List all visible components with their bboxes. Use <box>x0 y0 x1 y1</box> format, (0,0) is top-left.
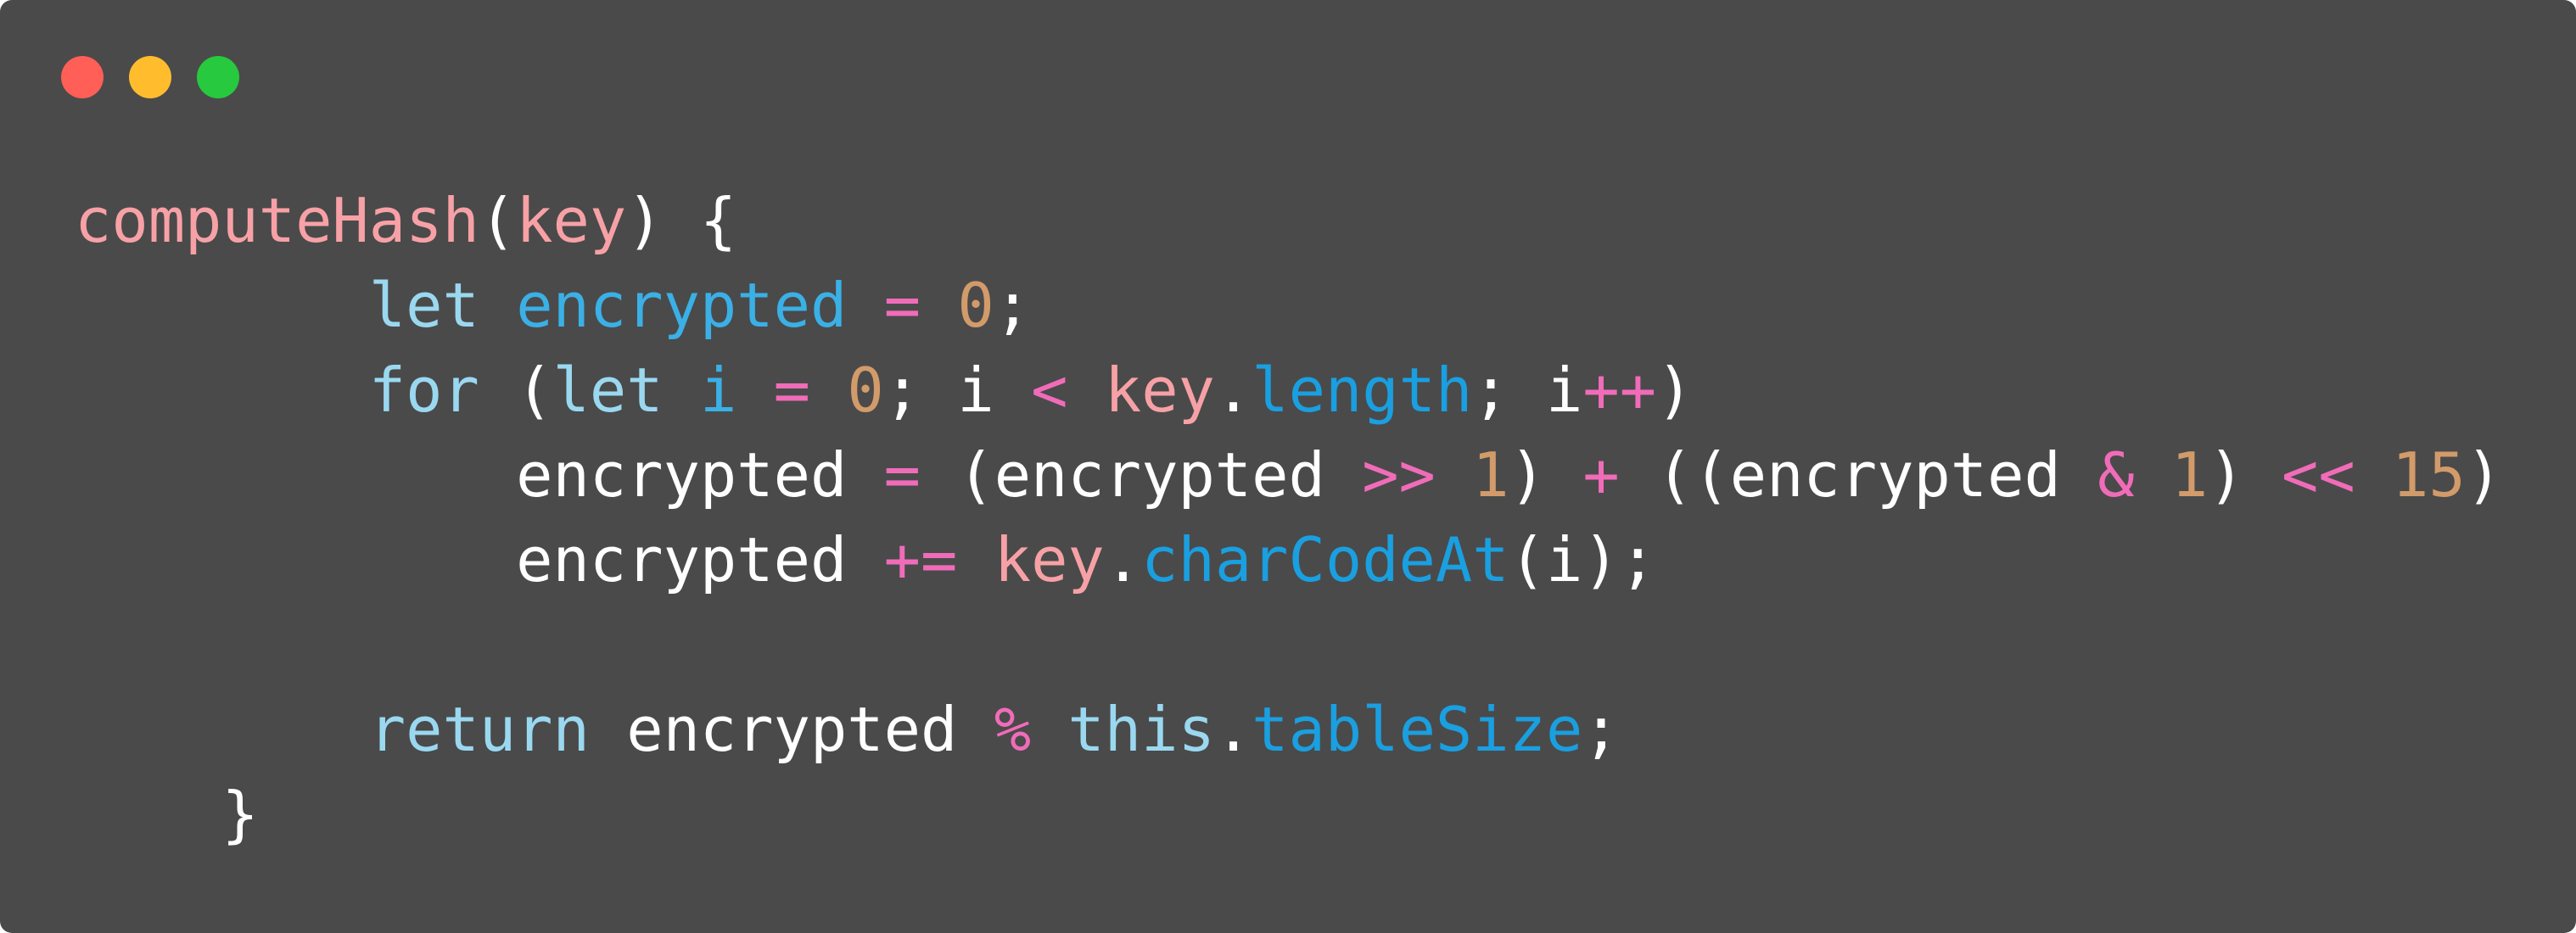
code-window: computeHash(key) { let encrypted = 0; fo… <box>0 0 2576 933</box>
code-token-keyword: let <box>368 270 479 341</box>
code-token-plain: (i); <box>1509 524 1656 595</box>
maximize-button[interactable] <box>197 56 239 98</box>
code-token-variable: encrypted <box>516 270 848 341</box>
code-line: encrypted = (encrypted >> 1) + ((encrypt… <box>75 433 2502 517</box>
code-token-variable: i <box>699 355 737 426</box>
window-controls <box>61 56 239 98</box>
code-token-keyword: for <box>368 355 479 426</box>
code-token-plain: ) <box>1509 439 1583 511</box>
code-token-plain: encrypted <box>75 439 884 511</box>
code-token-plain: ; <box>994 270 1032 341</box>
code-token-function: key <box>1104 355 1215 426</box>
code-token-property: length <box>1252 355 1473 426</box>
code-token-plain: ) <box>1656 355 1694 426</box>
code-token-operator: = <box>773 355 811 426</box>
code-token-plain: ((encrypted <box>1619 439 2098 511</box>
code-token-plain: ) { <box>626 185 737 256</box>
code-token-plain: ( <box>479 355 553 426</box>
minimize-button[interactable] <box>129 56 171 98</box>
code-token-operator: & <box>2097 439 2135 511</box>
code-token-number: 15 <box>2392 439 2466 511</box>
code-token-plain: ) <box>2465 439 2503 511</box>
code-token-operator: << <box>2281 439 2355 511</box>
code-token-function: computeHash <box>75 185 479 256</box>
code-token-operator: = <box>883 439 921 511</box>
code-line: for (let i = 0; i < key.length; i++) <box>75 348 2502 433</box>
close-button[interactable] <box>61 56 104 98</box>
code-token-operator: += <box>883 524 958 595</box>
code-token-property: charCodeAt <box>1141 524 1509 595</box>
code-line: computeHash(key) { <box>75 178 2502 263</box>
code-token-plain: } <box>75 779 259 850</box>
code-token-plain: . <box>1214 694 1252 765</box>
code-token-number: 0 <box>957 270 994 341</box>
code-token-plain: encrypted <box>75 524 884 595</box>
code-token-plain: ; i <box>883 355 1032 426</box>
code-token-operator: < <box>1031 355 1068 426</box>
code-line: } <box>75 772 2502 857</box>
code-line: return encrypted % this.tableSize; <box>75 687 2502 772</box>
code-token-number: 0 <box>847 355 884 426</box>
code-token-plain: encrypted <box>589 694 994 765</box>
code-token-function: key <box>516 185 627 256</box>
code-token-number: 1 <box>2170 439 2209 511</box>
code-token-keyword: this <box>1067 694 1215 765</box>
code-line: let encrypted = 0; <box>75 263 2502 348</box>
code-token-plain: . <box>1104 524 1142 595</box>
code-block: computeHash(key) { let encrypted = 0; fo… <box>75 178 2502 857</box>
code-token-plain: ; <box>1582 694 1620 765</box>
code-token-plain: (encrypted <box>921 439 1363 511</box>
code-token-operator: >> <box>1362 439 1436 511</box>
code-token-plain: ( <box>479 185 517 256</box>
code-token-plain: ; i <box>1472 355 1583 426</box>
code-token-plain: ) <box>2208 439 2282 511</box>
code-token-plain: . <box>1214 355 1252 426</box>
code-token-operator: + <box>1582 439 1620 511</box>
code-token-function: key <box>994 524 1105 595</box>
code-token-number: 1 <box>1472 439 1509 511</box>
code-token-operator: = <box>883 270 921 341</box>
code-token-operator: ++ <box>1582 355 1657 426</box>
code-token-keyword: let <box>552 355 664 426</box>
code-token-keyword: return <box>368 694 590 765</box>
code-token-operator: % <box>994 694 1032 765</box>
code-line: encrypted += key.charCodeAt(i); <box>75 517 2502 602</box>
code-token-property: tableSize <box>1252 694 1583 765</box>
